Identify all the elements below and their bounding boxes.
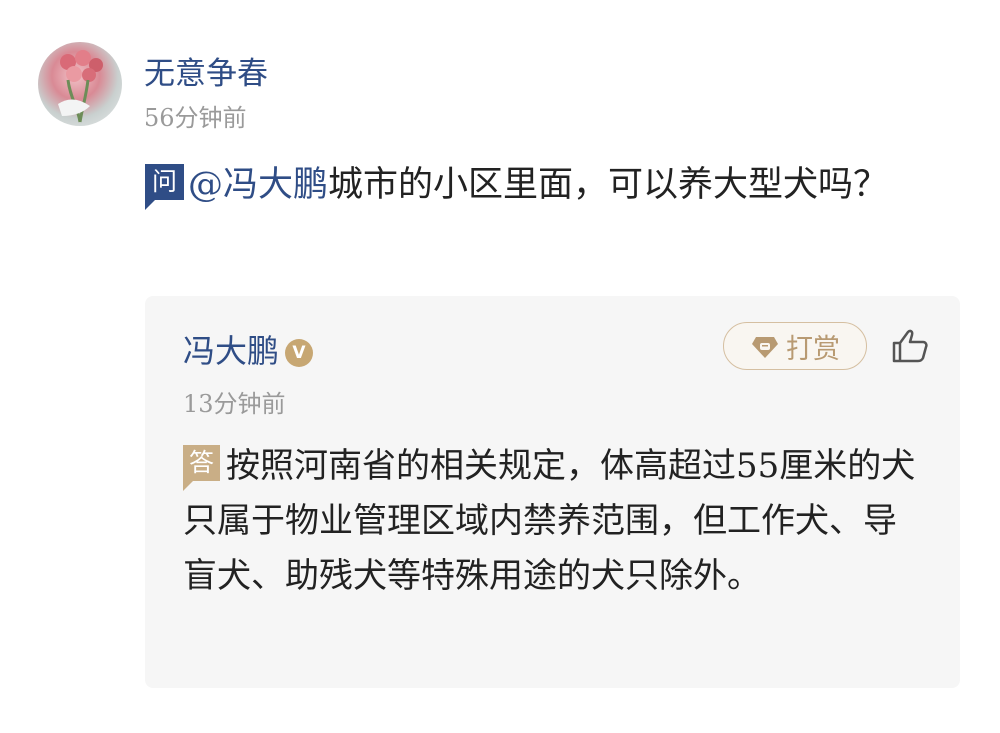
reward-button[interactable]: 打赏 [723,322,867,370]
mention-link[interactable]: @冯大鹏 [188,165,328,205]
answer-badge: 答 [183,445,221,491]
answer-card: 冯大鹏 V 打赏 13分钟前 答按照河南省的相关规定，体高超过55厘米的犬只属于物… [145,296,960,688]
answer-text: 答按照河南省的相关规定，体高超过55厘米的犬只属于物业管理区域内禁养范围，但工作… [183,439,923,604]
reward-label: 打赏 [786,333,840,365]
answer-author-name[interactable]: 冯大鹏 [183,332,279,370]
question-author-name[interactable]: 无意争春 [144,48,268,93]
question-time: 56分钟前 [144,104,247,132]
diamond-icon [752,337,778,358]
answer-time: 13分钟前 [183,390,286,418]
answer-author[interactable]: 冯大鹏 V [183,326,314,372]
avatar-flowers-icon [58,50,103,123]
verified-badge: V [285,339,314,367]
answer-body: 按照河南省的相关规定，体高超过55厘米的犬只属于物业管理区域内禁养范围，但工作犬… [183,446,916,596]
question-badge: 问 [145,164,185,210]
avatar[interactable] [38,42,122,126]
question-text: 问 @冯大鹏城市的小区里面，可以养大型犬吗？ [145,160,935,211]
question-body: 城市的小区里面，可以养大型犬吗？ [328,165,889,205]
thumbs-up-icon[interactable] [890,328,930,364]
